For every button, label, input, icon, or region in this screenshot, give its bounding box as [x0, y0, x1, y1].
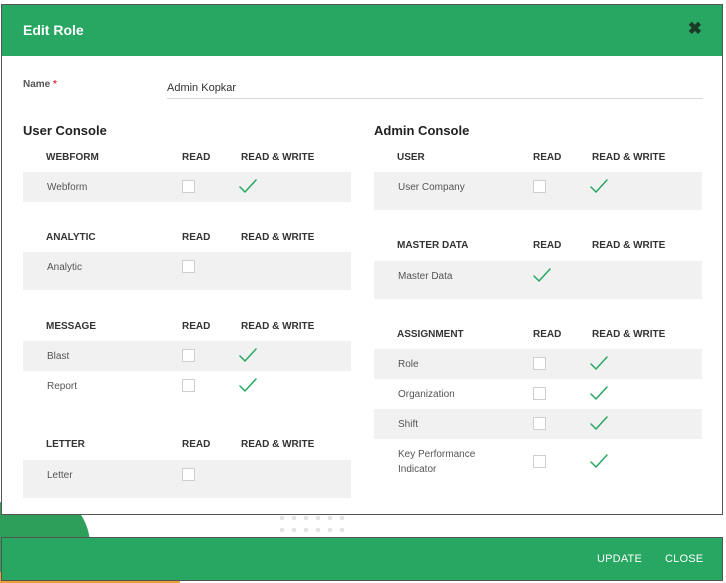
section-header: LETTER — [46, 439, 85, 450]
update-button[interactable]: UPDATE — [597, 553, 642, 565]
read-write-column-header: READ & WRITE — [592, 152, 666, 163]
permission-label: Master Data — [398, 271, 452, 282]
permission-row: Shift — [374, 409, 702, 439]
permission-label: Organization — [398, 389, 455, 400]
read-column-header: READ — [182, 321, 211, 332]
permission-row: Role — [374, 349, 702, 379]
read-write-column-header: READ & WRITE — [241, 152, 315, 163]
permission-label-text: User Company — [398, 182, 465, 193]
section-header: WEBFORM — [46, 152, 99, 163]
close-icon[interactable]: ✖ — [688, 19, 702, 39]
permission-row: User Company — [374, 172, 702, 210]
read-write-column-header: READ & WRITE — [241, 321, 315, 332]
permission-row: Organization — [374, 379, 702, 409]
permission-label-text: Role — [398, 359, 419, 370]
name-label-text: Name — [23, 79, 51, 90]
permission-label-text: Letter — [47, 470, 73, 481]
permission-row: Analytic — [23, 252, 351, 290]
permission-label-text: Webform — [47, 182, 88, 193]
permission-label-text: Blast — [47, 351, 70, 362]
dialog-header: Edit Role ✖ — [2, 5, 722, 56]
permission-label-text: Shift — [398, 419, 419, 430]
read-checkbox[interactable] — [533, 387, 546, 400]
permission-label: Letter — [47, 470, 73, 481]
read-column-header: READ — [533, 240, 562, 251]
name-input[interactable] — [167, 77, 703, 99]
read-column-header: READ — [182, 152, 211, 163]
dialog-footer: UPDATE CLOSE — [1, 537, 723, 581]
read-write-check-icon[interactable] — [589, 385, 609, 406]
read-checkbox[interactable] — [533, 357, 546, 370]
read-write-column-header: READ & WRITE — [592, 240, 666, 251]
read-check-icon[interactable] — [532, 267, 552, 288]
permission-label: Role — [398, 359, 419, 370]
permission-label-text: Organization — [398, 389, 455, 400]
permission-row: Report — [23, 371, 351, 401]
name-field-label: Name * — [23, 79, 57, 90]
read-column-header: READ — [182, 232, 211, 243]
edit-role-dialog: Edit Role ✖ Name * User Console Admin Co… — [1, 4, 723, 515]
read-column-header: READ — [533, 329, 562, 340]
background-dots — [276, 512, 352, 536]
permission-row: Letter — [23, 460, 351, 498]
permission-label: Webform — [47, 182, 87, 193]
section-header: ANALYTIC — [46, 232, 96, 243]
section-header: ASSIGNMENT — [397, 329, 464, 340]
permission-row: Webform — [23, 172, 351, 202]
permission-label-text: Indicator — [398, 464, 437, 475]
section-header: MESSAGE — [46, 321, 97, 332]
read-write-column-header: READ & WRITE — [241, 439, 315, 450]
read-write-check-icon[interactable] — [238, 377, 258, 398]
permission-row: Master Data — [374, 261, 702, 299]
permission-label-text: Master Data — [398, 271, 453, 282]
permission-row: Blast — [23, 341, 351, 371]
read-checkbox[interactable] — [533, 180, 546, 193]
read-write-column-header: READ & WRITE — [241, 232, 315, 243]
read-checkbox[interactable] — [182, 468, 195, 481]
permission-label-text: Analytic — [47, 262, 83, 273]
read-write-check-icon[interactable] — [589, 453, 609, 474]
read-checkbox[interactable] — [182, 379, 195, 392]
dialog-title: Edit Role — [23, 22, 84, 38]
permission-label: Analytic — [47, 262, 82, 273]
read-checkbox[interactable] — [182, 260, 195, 273]
read-checkbox[interactable] — [182, 349, 195, 362]
section-header: MASTER DATA — [397, 240, 469, 251]
permission-label-text: Key Performance — [398, 449, 476, 460]
read-checkbox[interactable] — [182, 180, 195, 193]
section-header: USER — [397, 152, 425, 163]
read-write-check-icon[interactable] — [589, 415, 609, 436]
read-column-header: READ — [533, 152, 562, 163]
permission-label: Report — [47, 381, 77, 392]
required-mark: * — [53, 79, 57, 90]
permission-label: Blast — [47, 351, 69, 362]
user-console-title: User Console — [23, 123, 107, 138]
admin-console-title: Admin Console — [374, 123, 470, 138]
read-checkbox[interactable] — [533, 417, 546, 430]
read-write-check-icon[interactable] — [238, 347, 258, 368]
permission-row: Key Performance Indicator — [374, 439, 702, 483]
permission-label: User Company — [398, 182, 465, 193]
read-write-column-header: READ & WRITE — [592, 329, 666, 340]
permission-label-text: Report — [47, 381, 78, 392]
close-button[interactable]: CLOSE — [665, 553, 703, 565]
read-write-check-icon[interactable] — [238, 178, 258, 199]
read-write-check-icon[interactable] — [589, 355, 609, 376]
read-write-check-icon[interactable] — [589, 178, 609, 199]
permission-label: Key Performance Indicator — [398, 449, 475, 475]
read-column-header: READ — [182, 439, 211, 450]
read-checkbox[interactable] — [533, 455, 546, 468]
permission-label: Shift — [398, 419, 418, 430]
